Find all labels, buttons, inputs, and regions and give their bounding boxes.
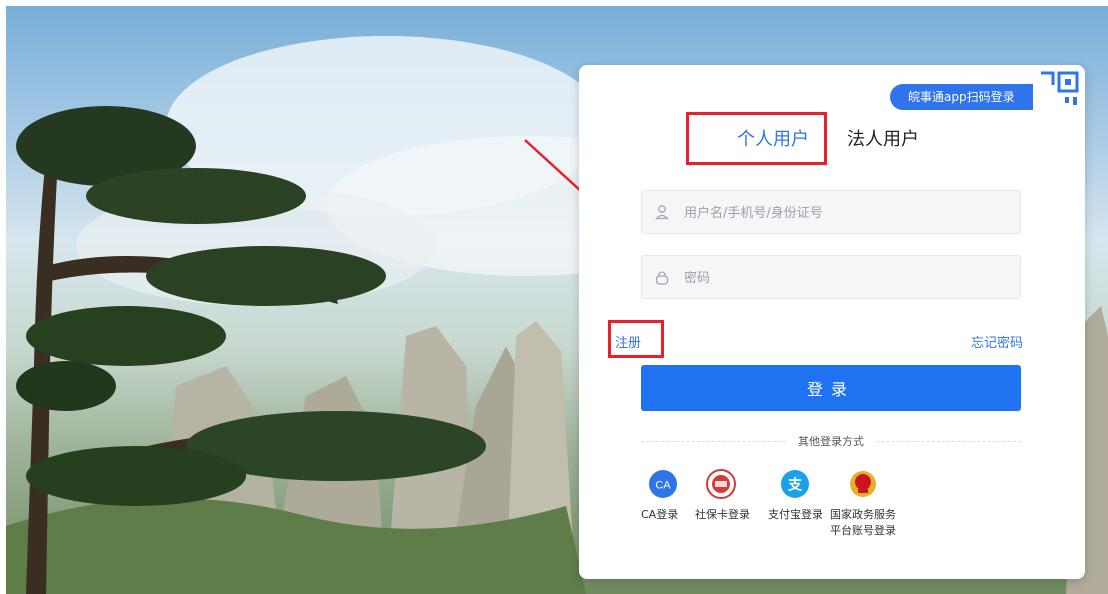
tab-legal-user[interactable]: 法人用户 xyxy=(847,125,919,151)
alipay-login-label[interactable]: 支付宝登录 xyxy=(768,506,823,522)
password-input[interactable] xyxy=(682,256,1016,300)
national-emblem-icon[interactable] xyxy=(843,469,883,499)
user-icon xyxy=(655,205,669,220)
ca-icon[interactable]: CA xyxy=(643,469,683,499)
qr-code-icon[interactable] xyxy=(1033,65,1085,117)
national-platform-login-label-line1[interactable]: 国家政务服务 xyxy=(830,506,896,522)
username-input[interactable] xyxy=(682,191,1016,235)
password-field[interactable] xyxy=(641,255,1021,300)
svg-text:支: 支 xyxy=(787,477,803,494)
forgot-password-link[interactable]: 忘记密码 xyxy=(971,332,1023,351)
social-security-card-icon[interactable] xyxy=(701,469,741,499)
svg-text:CA: CA xyxy=(655,480,671,492)
social-security-login-label[interactable]: 社保卡登录 xyxy=(695,506,750,522)
annotation-box-register xyxy=(608,320,664,358)
ca-login-label[interactable]: CA登录 xyxy=(641,506,678,522)
national-platform-login-label-line2[interactable]: 平台账号登录 xyxy=(830,522,896,538)
alipay-icon[interactable]: 支 xyxy=(775,469,815,499)
login-card: 皖事通app扫码登录 个人用户 法人用户 注册 忘记密码 登录 其他登录方式 C… xyxy=(579,65,1085,579)
annotation-box-tab xyxy=(686,112,827,165)
username-field[interactable] xyxy=(641,190,1021,235)
divider-right xyxy=(876,441,1021,442)
lock-icon xyxy=(655,271,669,285)
login-button[interactable]: 登录 xyxy=(641,365,1021,411)
qr-login-badge[interactable]: 皖事通app扫码登录 xyxy=(890,84,1033,110)
